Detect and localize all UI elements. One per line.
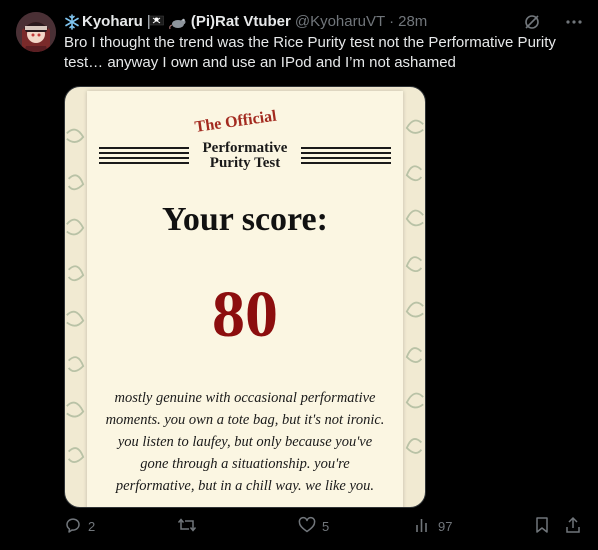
- logo-title-line1: Performative: [202, 140, 288, 156]
- repost-button[interactable]: [177, 516, 203, 537]
- like-icon: [298, 516, 316, 537]
- like-button[interactable]: 5: [298, 516, 329, 537]
- reply-icon: [64, 516, 82, 537]
- views-icon: [414, 516, 432, 537]
- reply-button[interactable]: 2: [64, 516, 95, 537]
- post-image[interactable]: The Official Performative Purity Test Yo…: [64, 86, 426, 508]
- score-heading: Your score:: [162, 201, 328, 238]
- bookmark-button[interactable]: [534, 516, 550, 537]
- pirate-flag-icon: [147, 14, 165, 30]
- author-name-suffix[interactable]: (Pi)Rat Vtuber: [191, 12, 291, 32]
- like-count: 5: [322, 519, 330, 534]
- more-icon[interactable]: [564, 12, 584, 32]
- post-timestamp[interactable]: 28m: [398, 12, 427, 32]
- views-button[interactable]: 97: [414, 516, 452, 537]
- doodle-pattern: [66, 128, 85, 463]
- post-text: Bro I thought the trend was the Rice Pur…: [64, 34, 556, 71]
- views-count: 97: [438, 519, 453, 534]
- action-bar: 2 5 97: [64, 516, 586, 538]
- bookmark-icon: [534, 516, 550, 537]
- logo-title-line2: Purity Test: [209, 155, 281, 171]
- separator-dot: ·: [389, 13, 395, 30]
- post-top-icons: [522, 12, 584, 32]
- share-button[interactable]: [564, 516, 582, 537]
- post-header: Kyoharu (Pi)Rat Vtuber @KyoharuVT · 28m: [64, 12, 534, 32]
- score-card: The Official Performative Purity Test Yo…: [87, 91, 403, 507]
- author-handle[interactable]: @KyoharuVT: [295, 12, 385, 32]
- score-value: 80: [212, 278, 278, 351]
- rat-icon: [169, 14, 187, 30]
- avatar[interactable]: [16, 12, 56, 52]
- score-description: mostly genuine with occasional performat…: [105, 390, 385, 494]
- repost-icon: [177, 516, 197, 537]
- post: Kyoharu (Pi)Rat Vtuber @KyoharuVT · 28m: [0, 0, 598, 550]
- author-display-name[interactable]: Kyoharu: [82, 12, 143, 32]
- snowflake-icon: [64, 14, 80, 30]
- grok-icon[interactable]: [522, 12, 542, 32]
- reply-count: 2: [88, 519, 96, 534]
- doodle-pattern-right: [405, 119, 424, 454]
- test-logo: The Official Performative Purity Test: [87, 107, 403, 191]
- logo-official-text: The Official: [193, 107, 278, 136]
- share-icon: [564, 516, 582, 537]
